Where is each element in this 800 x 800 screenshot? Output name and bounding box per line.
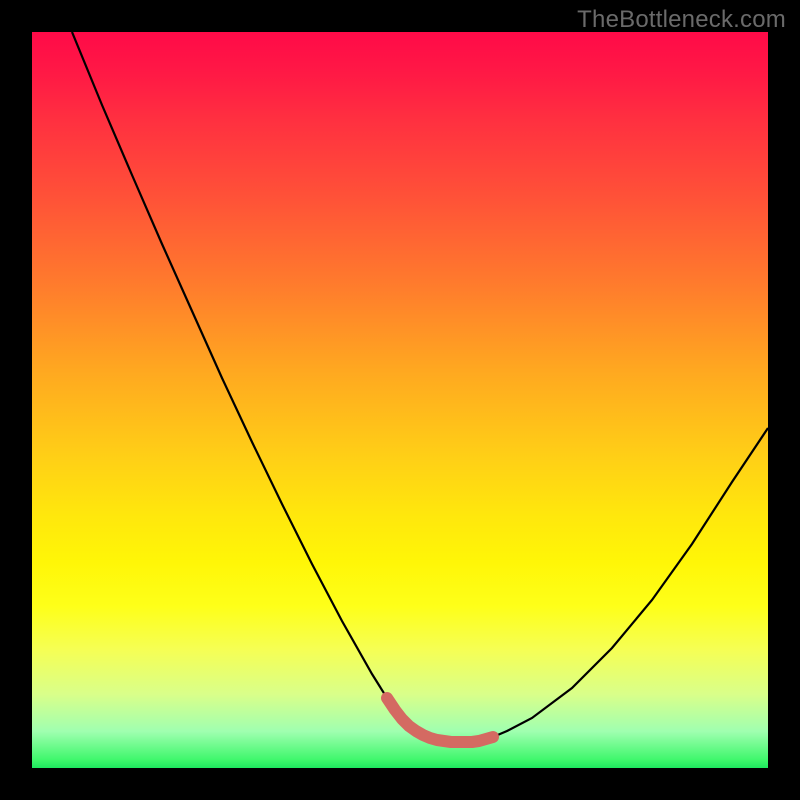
curve-svg <box>32 32 768 768</box>
series-black-curve <box>72 32 768 742</box>
chart-frame: TheBottleneck.com <box>0 0 800 800</box>
plot-area <box>32 32 768 768</box>
series-flat-bottom-marker <box>387 698 493 742</box>
series-group <box>72 32 768 742</box>
watermark-text: TheBottleneck.com <box>577 6 786 34</box>
